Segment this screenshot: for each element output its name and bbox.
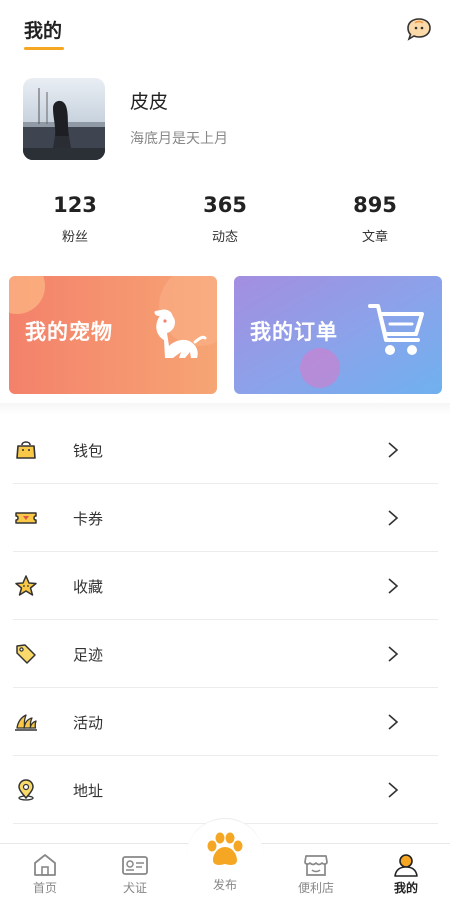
opera-house-icon (15, 714, 37, 731)
tab-label: 首页 (32, 881, 57, 895)
username: 皮皮 (130, 91, 169, 113)
dog-icon (154, 309, 207, 358)
tab-label: 犬证 (122, 881, 147, 895)
tab-dog-license[interactable]: 犬证 (95, 844, 175, 900)
menu-item-wallet[interactable]: 钱包 (0, 416, 450, 484)
stat-label: 文章 (361, 230, 388, 245)
my-pets-label: 我的宠物 (25, 320, 113, 344)
store-icon (304, 855, 328, 876)
star-icon (15, 575, 37, 596)
page-title: 我的 (24, 20, 63, 42)
chevron-right-icon (388, 442, 399, 458)
tab-label: 便利店 (297, 881, 334, 895)
menu-item-label: 地址 (73, 782, 104, 800)
section-divider (0, 403, 450, 415)
chat-bubble-icon[interactable] (406, 16, 432, 42)
menu-item-label: 卡券 (73, 510, 104, 528)
shopping-cart-icon (368, 304, 424, 355)
my-pets-card[interactable]: 我的宠物 (9, 276, 217, 394)
menu-item-footprints[interactable]: 足迹 (0, 620, 450, 688)
chevron-right-icon (388, 510, 399, 526)
menu-item-label: 钱包 (73, 442, 104, 460)
menu-item-label: 活动 (73, 714, 104, 732)
title-underline (24, 47, 64, 50)
home-icon (34, 854, 56, 876)
stat-value: 895 (353, 193, 397, 217)
stat-value: 123 (53, 193, 97, 217)
tab-store[interactable]: 便利店 (276, 844, 356, 900)
chevron-right-icon (388, 646, 399, 662)
ticket-icon (15, 512, 37, 524)
chevron-right-icon (388, 714, 399, 730)
tab-publish-label[interactable]: 发布 (186, 876, 264, 893)
my-orders-label: 我的订单 (250, 320, 338, 344)
feature-cards: 我的宠物 我的订单 (0, 276, 450, 396)
stat-fans[interactable]: 123 粉丝 (0, 190, 150, 250)
location-pin-icon (18, 779, 34, 801)
stat-value: 365 (203, 193, 247, 217)
decor-circle (9, 276, 45, 314)
wallet-bag-icon (16, 441, 36, 459)
my-orders-card[interactable]: 我的订单 (234, 276, 442, 394)
user-signature: 海底月是天上月 (130, 131, 228, 147)
chevron-right-icon (388, 578, 399, 594)
stat-label: 动态 (211, 230, 238, 245)
avatar[interactable] (23, 78, 105, 160)
page-header: 我的 (0, 0, 450, 58)
stats-row: 123 粉丝 365 动态 895 文章 (0, 190, 450, 250)
paw-icon[interactable] (204, 830, 246, 870)
stat-label: 粉丝 (61, 230, 88, 245)
user-icon (394, 854, 418, 877)
menu-item-activities[interactable]: 活动 (0, 688, 450, 756)
profile-section[interactable]: 皮皮 海底月是天上月 (0, 70, 450, 170)
menu-item-favorites[interactable]: 收藏 (0, 552, 450, 620)
stat-posts[interactable]: 365 动态 (150, 190, 300, 250)
menu-list: 钱包 卡券 收藏 足迹 活动 地址 (0, 416, 450, 824)
tab-home[interactable]: 首页 (5, 844, 85, 900)
tab-mine[interactable]: 我的 (366, 844, 446, 900)
menu-item-label: 足迹 (73, 646, 104, 664)
chevron-right-icon (388, 782, 399, 798)
tag-icon (16, 644, 36, 664)
tab-label: 我的 (393, 881, 418, 895)
menu-item-address[interactable]: 地址 (0, 756, 450, 824)
stat-articles[interactable]: 895 文章 (300, 190, 450, 250)
decor-circle (300, 348, 340, 388)
menu-item-label: 收藏 (73, 578, 104, 596)
id-card-icon (122, 856, 148, 875)
menu-item-coupons[interactable]: 卡券 (0, 484, 450, 552)
